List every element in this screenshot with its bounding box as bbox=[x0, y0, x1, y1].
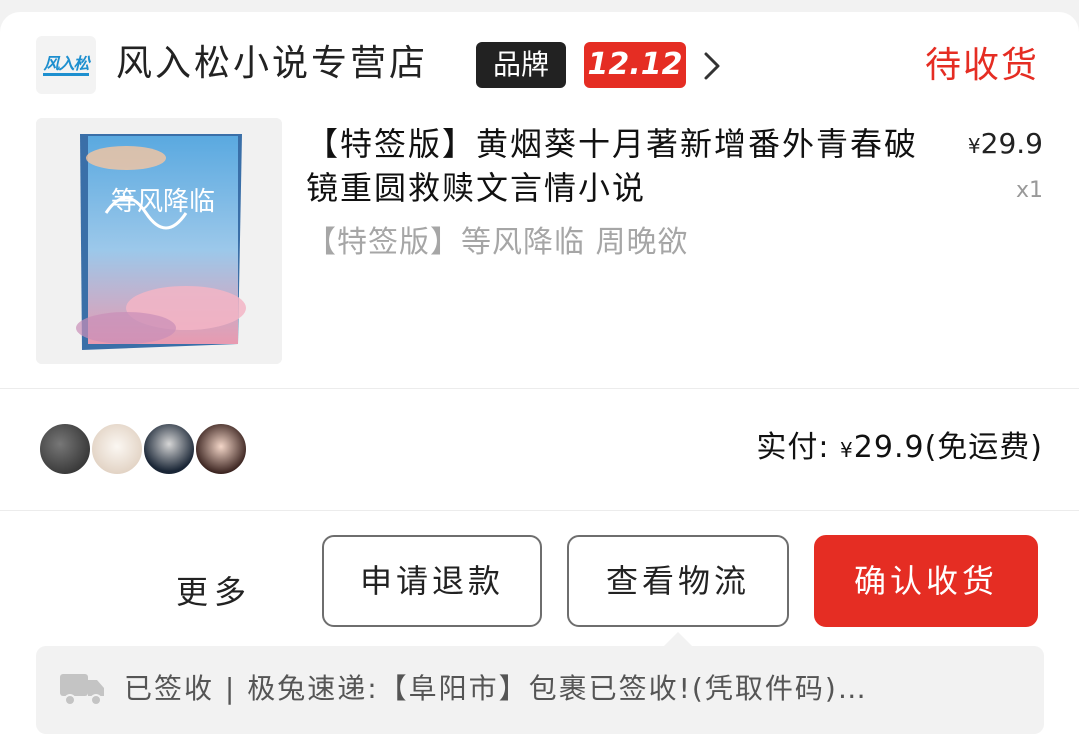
product-quantity: x1 bbox=[1015, 178, 1043, 203]
more-button[interactable]: 更多 bbox=[176, 568, 252, 616]
book-cover-icon: 等风降临 bbox=[36, 118, 282, 364]
truck-icon bbox=[60, 674, 104, 706]
shop-logo-text: 风入松 bbox=[43, 54, 90, 76]
avatar bbox=[90, 422, 144, 476]
brand-badge: 品牌 bbox=[476, 42, 566, 88]
order-card: 风入松 风入松小说专营店 品牌 12.12 待收货 等风降临 【特签版】黄烟葵十… bbox=[0, 12, 1079, 751]
view-logistics-button[interactable]: 查看物流 bbox=[567, 535, 789, 627]
refund-button[interactable]: 申请退款 bbox=[322, 535, 542, 627]
promo-badge: 12.12 bbox=[584, 42, 686, 88]
divider bbox=[0, 388, 1079, 389]
payment-label: 实付: bbox=[756, 430, 830, 465]
book-cover-title: 等风降临 bbox=[111, 187, 215, 217]
divider bbox=[0, 510, 1079, 511]
payment-amount: 29.9 bbox=[853, 430, 925, 465]
price-value: 29.9 bbox=[980, 127, 1043, 160]
payment-symbol: ¥ bbox=[840, 438, 854, 462]
logistics-status-text: 已签收 | 极兔速递:【阜阳市】包裹已签收!(凭取件码)… bbox=[124, 672, 868, 705]
payment-note: (免运费) bbox=[924, 430, 1043, 465]
avatar-group[interactable] bbox=[38, 422, 258, 478]
price-symbol: ¥ bbox=[967, 134, 981, 158]
avatar bbox=[142, 422, 196, 476]
payment-total: 实付: ¥29.9(免运费) bbox=[756, 426, 1043, 472]
order-status: 待收货 bbox=[924, 45, 1039, 86]
confirm-receipt-button[interactable]: 确认收货 bbox=[814, 535, 1038, 627]
avatar bbox=[194, 422, 248, 476]
product-title[interactable]: 【特签版】黄烟葵十月著新增番外青春破镜重圆救赎文言情小说 bbox=[306, 122, 926, 210]
product-spec: 【特签版】等风降临 周晚欲 bbox=[306, 225, 689, 260]
avatar bbox=[38, 422, 92, 476]
shop-name[interactable]: 风入松小说专营店 bbox=[116, 40, 428, 88]
chevron-right-icon[interactable] bbox=[700, 48, 724, 84]
product-image[interactable]: 等风降临 bbox=[36, 118, 282, 364]
product-price: ¥29.9 bbox=[968, 126, 1043, 164]
logistics-bar[interactable]: 已签收 | 极兔速递:【阜阳市】包裹已签收!(凭取件码)… bbox=[36, 632, 1044, 734]
shop-logo[interactable]: 风入松 bbox=[36, 36, 96, 94]
